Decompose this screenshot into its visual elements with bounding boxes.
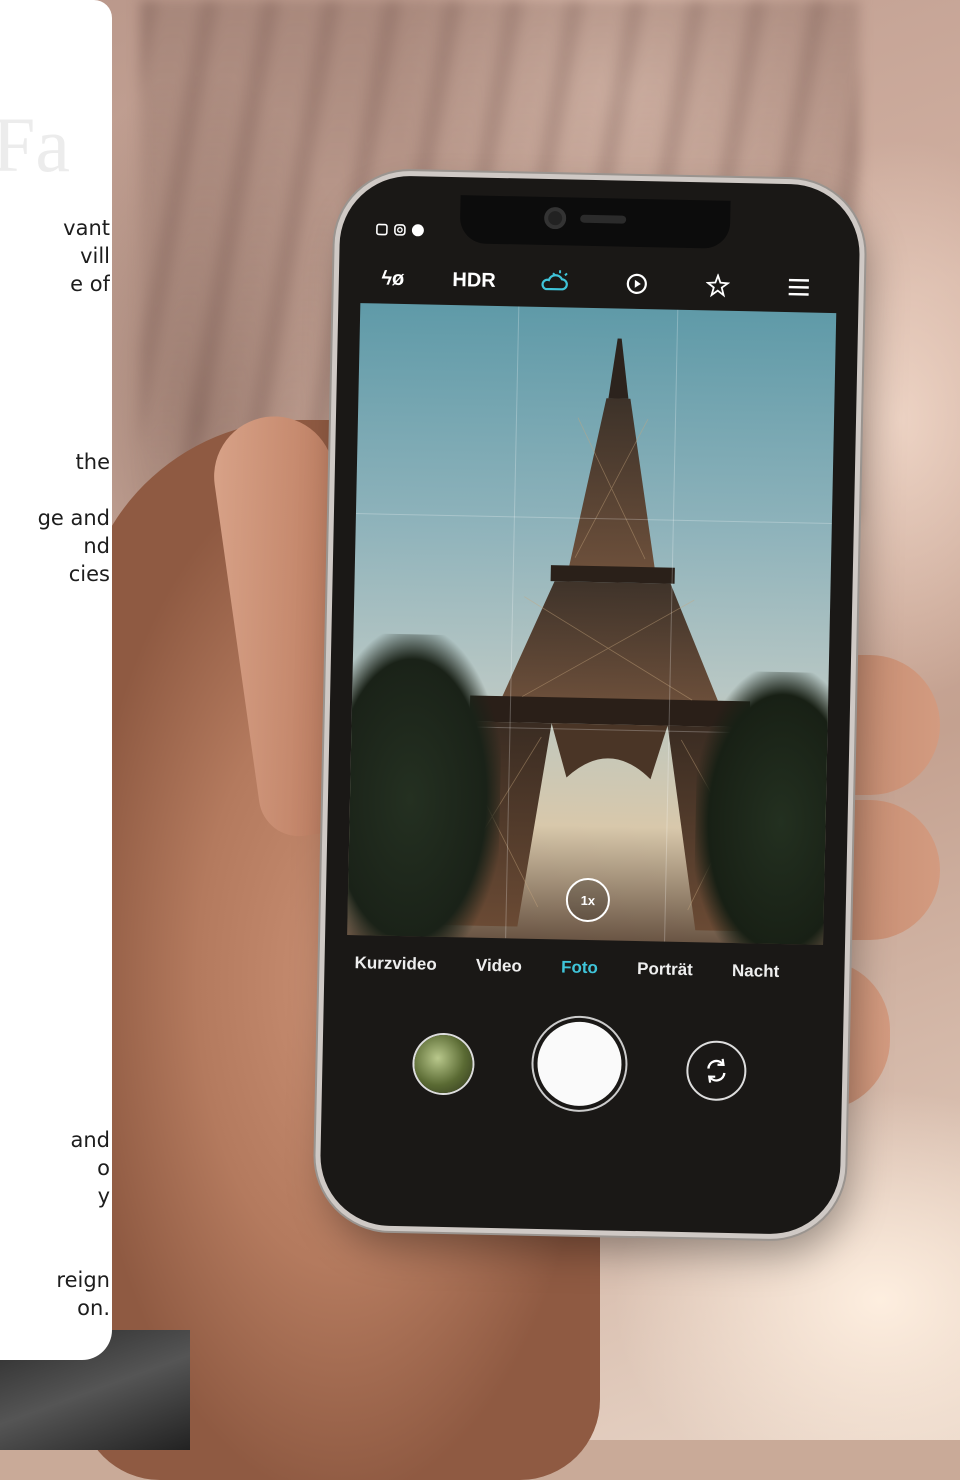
panel-text-line: the [75,450,110,474]
mode-nacht[interactable]: Nacht [732,961,780,982]
status-bar [376,223,425,237]
more-modes-indicator[interactable] [818,963,824,983]
flash-off-icon: ϟø [381,267,405,290]
camera-viewfinder[interactable]: 1x [347,303,837,945]
hdr-button[interactable]: HDR [444,260,505,301]
trees-right [692,670,837,945]
panel-text-line: vill [80,244,110,268]
hamburger-menu-icon [788,278,809,296]
panel-text-line: nd [83,534,110,558]
panel-text-line: on. [77,1296,110,1320]
notch [459,195,731,249]
ai-scene-button[interactable] [525,262,586,303]
camera-flip-icon [707,1058,726,1083]
instagram-icon [394,224,406,236]
text-panel: Fa vant vill e of the ge and nd cies and… [0,0,112,1360]
panel-text-line: y [97,1184,110,1208]
panel-text-line: vant [63,216,110,240]
beauty-filter-button[interactable] [687,265,748,306]
camera-toolbar: ϟø HDR [362,255,829,311]
panel-text-line: reign [56,1268,110,1292]
panel-text-line: o [97,1156,110,1180]
gallery-thumbnail-button[interactable] [413,1034,474,1094]
switch-camera-button[interactable] [685,1040,747,1102]
trees-left [347,632,504,945]
panel-text-line: e of [70,272,110,296]
flash-off-button[interactable]: ϟø [362,258,423,299]
menu-button[interactable] [768,267,829,308]
panel-text-line: and [70,1128,110,1152]
panel-title: Fa [0,101,70,188]
mode-video[interactable]: Video [476,956,522,977]
camera-mode-selector: Kurzvideo Video Foto Porträt Nacht [354,953,824,983]
front-camera-icon [543,206,567,230]
screenshot-icon [376,223,388,236]
mode-foto[interactable]: Foto [561,957,598,978]
mode-kurzvideo[interactable]: Kurzvideo [354,953,437,975]
earpiece-speaker [580,214,627,224]
play-circle-icon [626,273,647,294]
panel-text-line: ge and [37,506,110,530]
shutter-button[interactable] [536,1020,623,1107]
notification-dot-icon [411,224,425,237]
panel-text-line: cies [68,562,110,586]
hdr-label: HDR [452,268,496,292]
smartphone: ϟø HDR 1x Kurzvideo Video Foto Porträt N… [319,174,861,1236]
cloud-sun-icon [541,270,569,291]
mode-portraet[interactable]: Porträt [637,959,693,980]
motion-photo-button[interactable] [606,263,667,304]
sparkle-star-icon [705,273,730,298]
